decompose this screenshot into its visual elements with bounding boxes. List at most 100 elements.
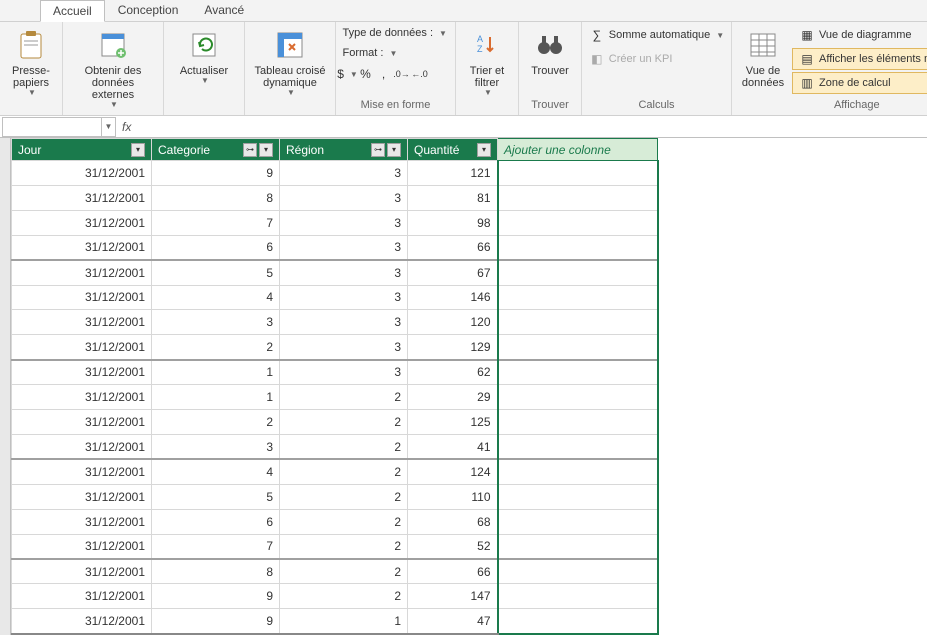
cell-quantite[interactable]: 47 — [408, 609, 498, 634]
add-column-header[interactable]: Ajouter une colonne — [498, 139, 658, 161]
cell-quantite[interactable]: 52 — [408, 534, 498, 559]
table-row[interactable]: 31/12/200143146 — [12, 285, 658, 310]
autosum-button[interactable]: ∑Somme automatique▼ — [582, 24, 731, 46]
cell-quantite[interactable]: 29 — [408, 385, 498, 410]
cell-jour[interactable]: 31/12/2001 — [12, 609, 152, 634]
cell-region[interactable]: 3 — [280, 210, 408, 235]
show-hidden-button[interactable]: ▤Afficher les éléments masqués — [792, 48, 927, 70]
cell-region[interactable]: 3 — [280, 285, 408, 310]
cell-add-column[interactable] — [498, 534, 658, 559]
cell-quantite[interactable]: 147 — [408, 584, 498, 609]
cell-jour[interactable]: 31/12/2001 — [12, 360, 152, 385]
col-header-jour[interactable]: Jour▾ — [12, 139, 152, 161]
cell-jour[interactable]: 31/12/2001 — [12, 484, 152, 509]
cell-add-column[interactable] — [498, 385, 658, 410]
cell-region[interactable]: 2 — [280, 484, 408, 509]
cell-region[interactable]: 3 — [280, 310, 408, 335]
cell-region[interactable]: 3 — [280, 185, 408, 210]
cell-add-column[interactable] — [498, 161, 658, 186]
cell-region[interactable]: 2 — [280, 459, 408, 484]
cell-quantite[interactable]: 124 — [408, 459, 498, 484]
cell-categorie[interactable]: 4 — [152, 285, 280, 310]
cell-add-column[interactable] — [498, 360, 658, 385]
fx-label[interactable]: fx — [122, 120, 131, 134]
table-row[interactable]: 31/12/20018266 — [12, 559, 658, 584]
cell-region[interactable]: 3 — [280, 161, 408, 186]
cell-quantite[interactable]: 146 — [408, 285, 498, 310]
table-row[interactable]: 31/12/200142124 — [12, 459, 658, 484]
cell-jour[interactable]: 31/12/2001 — [12, 285, 152, 310]
col-header-region[interactable]: Région⊶▾ — [280, 139, 408, 161]
cell-quantite[interactable]: 81 — [408, 185, 498, 210]
cell-region[interactable]: 3 — [280, 235, 408, 260]
cell-categorie[interactable]: 2 — [152, 335, 280, 360]
filter-icon[interactable]: ▾ — [387, 143, 401, 157]
cell-jour[interactable]: 31/12/2001 — [12, 335, 152, 360]
table-row[interactable]: 31/12/200123129 — [12, 335, 658, 360]
cell-quantite[interactable]: 67 — [408, 260, 498, 285]
cell-quantite[interactable]: 41 — [408, 434, 498, 459]
filter-icon[interactable]: ▾ — [131, 143, 145, 157]
cell-jour[interactable]: 31/12/2001 — [12, 584, 152, 609]
col-header-categorie[interactable]: Categorie⊶▾ — [152, 139, 280, 161]
cell-region[interactable]: 2 — [280, 509, 408, 534]
cell-jour[interactable]: 31/12/2001 — [12, 534, 152, 559]
calc-zone-button[interactable]: ▥Zone de calcul — [792, 72, 927, 94]
cell-add-column[interactable] — [498, 509, 658, 534]
cell-jour[interactable]: 31/12/2001 — [12, 260, 152, 285]
diagram-view-button[interactable]: ▦Vue de diagramme — [792, 24, 927, 46]
pivot-table-button[interactable]: Tableau croisé dynamique▼ — [251, 24, 329, 103]
cell-quantite[interactable]: 68 — [408, 509, 498, 534]
cell-add-column[interactable] — [498, 459, 658, 484]
cell-region[interactable]: 2 — [280, 434, 408, 459]
cell-quantite[interactable]: 66 — [408, 235, 498, 260]
cell-categorie[interactable]: 8 — [152, 559, 280, 584]
cell-region[interactable]: 2 — [280, 534, 408, 559]
cell-region[interactable]: 2 — [280, 410, 408, 435]
cell-region[interactable]: 3 — [280, 335, 408, 360]
cell-jour[interactable]: 31/12/2001 — [12, 310, 152, 335]
col-header-quantite[interactable]: Quantité▾ — [408, 139, 498, 161]
percent-button[interactable]: % — [358, 66, 374, 82]
cell-categorie[interactable]: 8 — [152, 185, 280, 210]
currency-button[interactable]: $▼ — [340, 66, 356, 82]
cell-add-column[interactable] — [498, 335, 658, 360]
cell-quantite[interactable]: 110 — [408, 484, 498, 509]
cell-add-column[interactable] — [498, 434, 658, 459]
table-row[interactable]: 31/12/20017398 — [12, 210, 658, 235]
data-type-dropdown[interactable]: Type de données :▼ — [336, 24, 456, 42]
cell-quantite[interactable]: 121 — [408, 161, 498, 186]
table-row[interactable]: 31/12/20016268 — [12, 509, 658, 534]
cell-jour[interactable]: 31/12/2001 — [12, 385, 152, 410]
table-row[interactable]: 31/12/20013241 — [12, 434, 658, 459]
filter-icon[interactable]: ▾ — [477, 143, 491, 157]
cell-quantite[interactable]: 129 — [408, 335, 498, 360]
table-row[interactable]: 31/12/20011362 — [12, 360, 658, 385]
cell-categorie[interactable]: 3 — [152, 434, 280, 459]
cell-jour[interactable]: 31/12/2001 — [12, 235, 152, 260]
cell-quantite[interactable]: 120 — [408, 310, 498, 335]
cell-add-column[interactable] — [498, 584, 658, 609]
cell-categorie[interactable]: 3 — [152, 310, 280, 335]
cell-jour[interactable]: 31/12/2001 — [12, 459, 152, 484]
cell-add-column[interactable] — [498, 484, 658, 509]
table-row[interactable]: 31/12/200122125 — [12, 410, 658, 435]
cell-jour[interactable]: 31/12/2001 — [12, 559, 152, 584]
cell-jour[interactable]: 31/12/2001 — [12, 434, 152, 459]
refresh-button[interactable]: Actualiser▼ — [170, 24, 238, 91]
cell-add-column[interactable] — [498, 210, 658, 235]
cell-add-column[interactable] — [498, 260, 658, 285]
cell-categorie[interactable]: 2 — [152, 410, 280, 435]
cell-jour[interactable]: 31/12/2001 — [12, 210, 152, 235]
cell-quantite[interactable]: 62 — [408, 360, 498, 385]
cell-categorie[interactable]: 5 — [152, 484, 280, 509]
cell-categorie[interactable]: 9 — [152, 609, 280, 634]
relation-icon[interactable]: ⊶ — [371, 143, 385, 157]
cell-categorie[interactable]: 7 — [152, 210, 280, 235]
name-box[interactable] — [2, 117, 102, 137]
comma-button[interactable]: , — [376, 66, 392, 82]
cell-categorie[interactable]: 7 — [152, 534, 280, 559]
cell-add-column[interactable] — [498, 235, 658, 260]
decrease-decimal-button[interactable]: ←.0 — [412, 66, 428, 82]
filter-icon[interactable]: ▾ — [259, 143, 273, 157]
